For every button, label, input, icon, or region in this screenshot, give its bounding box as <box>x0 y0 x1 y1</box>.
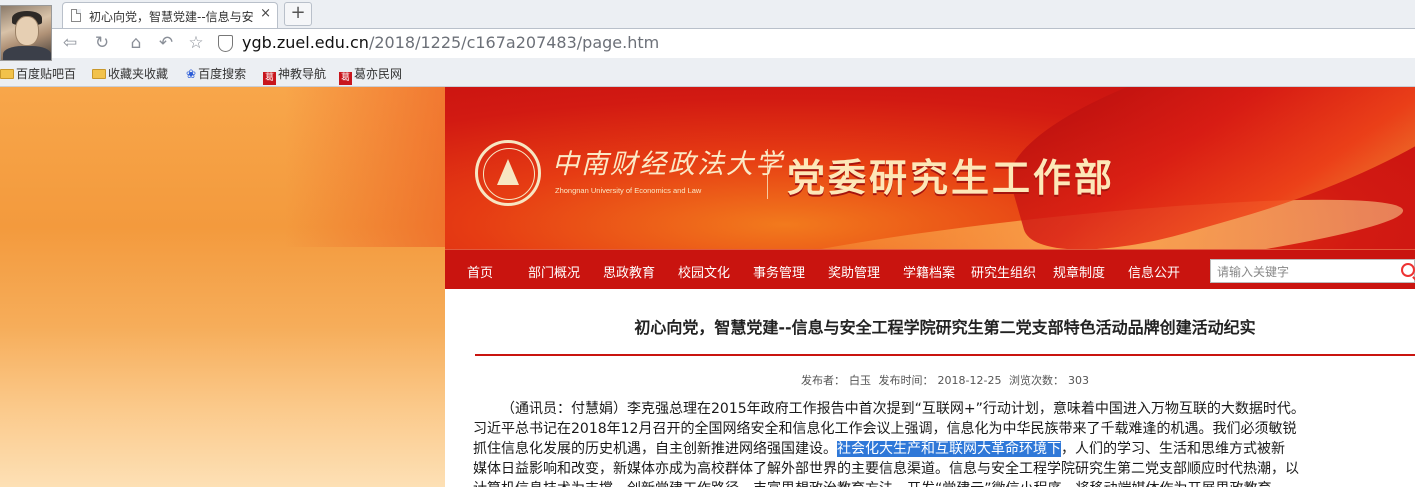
publisher: 白玉 <box>849 374 872 387</box>
nav-item-home[interactable]: 首页 <box>467 262 493 281</box>
time-label: 发布时间： <box>878 374 934 387</box>
search-icon[interactable] <box>1401 263 1415 277</box>
ge-icon: 葛 <box>339 72 352 85</box>
bookmark-label: 神教导航 <box>278 67 327 81</box>
shield-icon[interactable] <box>218 35 233 52</box>
article-line: （通讯员：付慧娟）李克强总理在2015年政府工作报告中首次提到“互联网+”行动计… <box>501 401 1305 417</box>
tab-close-icon[interactable]: × <box>260 6 271 21</box>
banner-divider <box>767 149 768 199</box>
star-icon[interactable]: ☆ <box>184 32 208 54</box>
undo-icon[interactable]: ↶ <box>154 32 178 54</box>
search-input[interactable] <box>1217 263 1387 280</box>
view-count: 303 <box>1067 374 1089 387</box>
bookmark-baidu-search[interactable]: ❀ 百度搜索 <box>186 65 246 82</box>
views-label: 浏览次数： <box>1008 374 1064 387</box>
university-name-cn: 中南财经政法大学 <box>552 149 784 180</box>
article-body: （通讯员：付慧娟）李克强总理在2015年政府工作报告中首次提到“互联网+”行动计… <box>473 399 1413 487</box>
line-text: 抓住信息化发展的历史机遇，自主创新推进网络强国建设。 <box>473 441 837 457</box>
nav-item-student-org[interactable]: 研究生组织 <box>971 262 1036 281</box>
reload-icon[interactable]: ↻ <box>90 32 114 54</box>
nav-item-campus-culture[interactable]: 校园文化 <box>678 262 730 281</box>
article-line: 计算机信息技术为支撑，创新党建工作路径，丰富思想政治教育方法，开发“党建云”微信… <box>473 479 1413 487</box>
main-nav: 首页 部门概况 思政教育 校园文化 事务管理 奖助管理 学籍档案 研究生组织 规… <box>445 249 1415 289</box>
new-tab-button[interactable]: + <box>284 2 312 26</box>
avatar-face <box>15 16 39 46</box>
browser-chrome: 初心向党，智慧党建--信息与安 × + ⇦ ↻ ⌂ ↶ ☆ ygb.zuel.e… <box>0 0 1415 87</box>
nav-item-disclosure[interactable]: 信息公开 <box>1128 262 1180 281</box>
department-title: 党委研究生工作部 <box>787 156 1116 200</box>
home-icon[interactable]: ⌂ <box>124 32 148 54</box>
back-icon[interactable]: ⇦ <box>58 32 82 54</box>
nav-item-regulations[interactable]: 规章制度 <box>1053 262 1105 281</box>
site-banner: 中南财经政法大学 Zhongnan University of Economic… <box>445 87 1415 249</box>
url-text[interactable]: ygb.zuel.edu.cn/2018/1225/c167a207483/pa… <box>242 33 659 52</box>
address-bar[interactable]: ygb.zuel.edu.cn/2018/1225/c167a207483/pa… <box>214 32 1414 56</box>
web-page: 中南财经政法大学 Zhongnan University of Economic… <box>0 87 1415 487</box>
url-host: ygb.zuel.edu.cn <box>242 33 369 52</box>
article-line: 媒体日益影响和改变，新媒体亦成为高校群体了解外部世界的主要信息渠道。信息与安全工… <box>473 461 1299 477</box>
folder-icon <box>0 69 14 79</box>
article-title: 初心向党，智慧党建--信息与安全工程学院研究生第二党支部特色活动品牌创建活动纪实 <box>634 318 1256 337</box>
tab-title: 初心向党，智慧党建--信息与安 <box>89 10 254 24</box>
nav-item-records[interactable]: 学籍档案 <box>903 262 955 281</box>
bookmark-label: 百度搜索 <box>198 67 247 81</box>
page-icon <box>71 9 81 22</box>
bookmarks-bar: 百度贴吧百 收藏夹收藏 ❀ 百度搜索 葛神教导航 葛葛亦民网 <box>0 60 1415 86</box>
bookmark-label: 百度贴吧百 <box>16 67 77 81</box>
nav-item-ideology[interactable]: 思政教育 <box>603 262 655 281</box>
folder-icon <box>92 69 106 79</box>
bookmark-favorites[interactable]: 收藏夹收藏 <box>92 65 168 82</box>
avatar-shoulders <box>3 46 51 60</box>
ge-icon: 葛 <box>263 72 276 85</box>
user-avatar[interactable] <box>0 5 52 61</box>
article-meta: 发布者： 白玉 发布时间： 2018-12-25 浏览次数： 303 <box>475 372 1415 388</box>
bookmark-label: 收藏夹收藏 <box>108 67 169 81</box>
bookmark-label: 葛亦民网 <box>354 67 403 81</box>
bookmark-geyimin[interactable]: 葛葛亦民网 <box>339 65 402 85</box>
seal-emblem <box>497 159 519 185</box>
publisher-label: 发布者： <box>801 374 846 387</box>
publish-time: 2018-12-25 <box>937 374 1002 387</box>
article-line: 抓住信息化发展的历史机遇，自主创新推进网络强国建设。社会化大生产和互联网大革命环… <box>473 439 1413 459</box>
url-path: /2018/1225/c167a207483/page.htm <box>368 33 660 52</box>
browser-tab[interactable]: 初心向党，智慧党建--信息与安 × <box>62 2 278 28</box>
university-name-en: Zhongnan University of Economics and Law <box>555 186 702 195</box>
university-seal-icon <box>475 140 541 206</box>
bookmark-shenjiao-nav[interactable]: 葛神教导航 <box>263 65 326 85</box>
browser-toolbar: ⇦ ↻ ⌂ ↶ ☆ ygb.zuel.edu.cn/2018/1225/c167… <box>52 28 1415 58</box>
baidu-paw-icon: ❀ <box>186 67 197 81</box>
nav-item-aid[interactable]: 奖助管理 <box>828 262 880 281</box>
page-background <box>0 87 445 487</box>
title-divider <box>475 354 1415 356</box>
bookmark-baidu-tieba[interactable]: 百度贴吧百 <box>0 65 76 82</box>
nav-item-affairs[interactable]: 事务管理 <box>753 262 805 281</box>
line-text: ，人们的学习、生活和思维方式被新 <box>1061 441 1285 457</box>
selected-text[interactable]: 社会化大生产和互联网大革命环境下 <box>837 441 1061 457</box>
nav-item-overview[interactable]: 部门概况 <box>528 262 580 281</box>
search-box <box>1210 259 1415 283</box>
article-line: 习近平总书记在2018年12月召开的全国网络安全和信息化工作会议上强调，信息化为… <box>473 421 1297 437</box>
